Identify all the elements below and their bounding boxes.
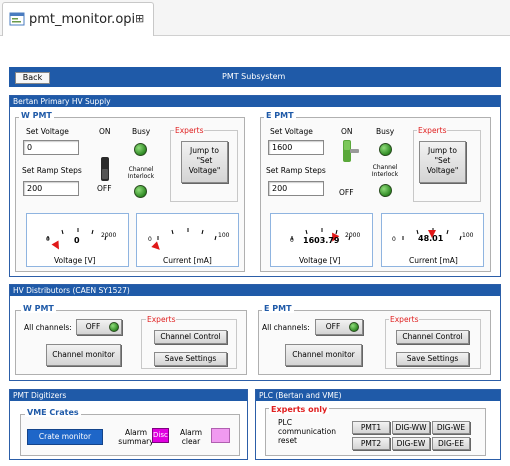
dist-w-save-settings-button[interactable]: Save Settings bbox=[154, 352, 227, 366]
hv-e-busy-label: Busy bbox=[376, 127, 395, 136]
plc-comm-reset-label: PLC communication reset bbox=[278, 418, 337, 445]
alarm-clear-button[interactable] bbox=[211, 428, 230, 443]
hv-e-jump-to-set-voltage-button[interactable]: Jump to "Set Voltage" bbox=[419, 141, 466, 183]
hv-w-voltage-max: 2000 bbox=[101, 232, 117, 239]
crate-monitor-button[interactable]: Crate monitor bbox=[27, 429, 103, 445]
dist-e-experts-label: Experts bbox=[389, 315, 420, 324]
dist-e-all-channels-led bbox=[349, 322, 359, 332]
dist-w-all-channels-led bbox=[109, 322, 119, 332]
dist-w-channel-control-button[interactable]: Channel Control bbox=[154, 330, 227, 344]
page-title: PMT Subsystem bbox=[222, 72, 286, 81]
hv-w-jump-to-set-voltage-button[interactable]: Jump to "Set Voltage" bbox=[181, 141, 228, 183]
vme-crates-title: VME Crates bbox=[25, 408, 81, 417]
plc-header: PLC (Bertan and VME) bbox=[256, 390, 500, 401]
hv-w-busy-label: Busy bbox=[132, 127, 151, 136]
hv-w-current-min: 0 bbox=[148, 236, 152, 243]
hv-w-set-ramp-input[interactable]: 200 bbox=[23, 181, 79, 196]
plc-dig-we-button[interactable]: DIG-WE bbox=[432, 421, 470, 434]
hv-w-set-ramp-label: Set Ramp Steps bbox=[22, 166, 82, 175]
hv-w-voltage-label: Voltage [V] bbox=[54, 256, 96, 265]
dist-w-pmt-title: W PMT bbox=[21, 304, 56, 313]
hv-w-busy-led bbox=[134, 143, 147, 156]
hv-e-interlock-led bbox=[379, 184, 392, 197]
dist-e-channel-monitor-button[interactable]: Channel monitor bbox=[285, 344, 362, 366]
alarm-summary-badge: Disc bbox=[152, 428, 169, 443]
dist-e-channel-control-button[interactable]: Channel Control bbox=[396, 330, 469, 344]
dist-w-experts-label: Experts bbox=[146, 315, 177, 324]
tab-title: pmt_monitor.opi bbox=[29, 12, 136, 27]
hv-supply-header: Bertan Primary HV Supply bbox=[10, 96, 500, 107]
hv-e-voltage-label: Voltage [V] bbox=[299, 256, 341, 265]
plc-dig-ww-button[interactable]: DIG-WW bbox=[392, 421, 430, 434]
hv-distributors-header: HV Distributors (CAEN SY1527) bbox=[10, 285, 500, 296]
dist-e-save-settings-button[interactable]: Save Settings bbox=[396, 352, 469, 366]
hv-w-current-max: 100 bbox=[218, 232, 230, 239]
hv-w-on-label: ON bbox=[99, 127, 111, 136]
alarm-summary-label: Alarm summary bbox=[118, 428, 154, 446]
hv-w-set-voltage-input[interactable]: 0 bbox=[23, 140, 79, 155]
close-tab-icon[interactable]: ⊞ bbox=[135, 12, 144, 25]
plc-pmt1-button[interactable]: PMT1 bbox=[352, 421, 390, 434]
opi-file-icon bbox=[9, 11, 25, 27]
plc-dig-ee-button[interactable]: DIG-EE bbox=[432, 437, 470, 450]
hv-e-current-label: Current [mA] bbox=[409, 256, 458, 265]
hv-e-off-label: OFF bbox=[339, 188, 354, 197]
hv-e-interlock-label: Channel Interlock bbox=[371, 164, 399, 178]
hv-w-voltage-value: 0 bbox=[74, 236, 80, 245]
editor-tab[interactable]: pmt_monitor.opi ⊞ bbox=[2, 2, 154, 36]
hv-w-voltage-min: 0 bbox=[46, 236, 50, 243]
plc-dig-ew-button[interactable]: DIG-EW bbox=[392, 437, 430, 450]
hv-w-power-toggle[interactable] bbox=[99, 156, 111, 182]
plc-experts-label: Experts only bbox=[269, 405, 330, 414]
hv-e-voltage-max: 2000 bbox=[345, 232, 361, 239]
hv-e-set-ramp-input[interactable]: 200 bbox=[268, 181, 324, 196]
hv-e-on-label: ON bbox=[341, 127, 353, 136]
hv-w-off-label: OFF bbox=[97, 184, 112, 193]
digitizers-header: PMT Digitizers bbox=[10, 390, 247, 401]
dist-w-all-channels-label: All channels: bbox=[24, 323, 72, 332]
dist-e-all-channels-label: All channels: bbox=[262, 323, 310, 332]
dist-w-channel-monitor-button[interactable]: Channel monitor bbox=[46, 344, 121, 366]
alarm-clear-label: Alarm clear bbox=[179, 428, 203, 446]
hv-w-pmt-title: W PMT bbox=[19, 111, 54, 120]
hv-e-power-toggle[interactable] bbox=[341, 139, 361, 163]
hv-e-pmt-title: E PMT bbox=[264, 111, 296, 120]
hv-e-voltage-value: 1603.79 bbox=[303, 236, 340, 245]
hv-w-set-voltage-label: Set Voltage bbox=[26, 127, 69, 136]
hv-e-current-min: 0 bbox=[392, 236, 396, 243]
back-button[interactable]: Back bbox=[15, 72, 50, 84]
hv-w-experts-label: Experts bbox=[174, 126, 205, 135]
hv-e-set-voltage-input[interactable]: 1600 bbox=[268, 140, 324, 155]
hv-e-current-max: 100 bbox=[462, 232, 474, 239]
hv-e-busy-led bbox=[379, 143, 392, 156]
hv-e-set-voltage-label: Set Voltage bbox=[270, 127, 313, 136]
hv-e-set-ramp-label: Set Ramp Steps bbox=[266, 166, 326, 175]
dist-e-pmt-title: E PMT bbox=[262, 304, 294, 313]
hv-e-experts-label: Experts bbox=[417, 126, 448, 135]
hv-w-interlock-led bbox=[134, 185, 147, 198]
plc-pmt2-button[interactable]: PMT2 bbox=[352, 437, 390, 450]
hv-w-current-label: Current [mA] bbox=[163, 256, 212, 265]
hv-e-voltage-min: 0 bbox=[290, 237, 294, 244]
hv-e-current-value: 48.01 bbox=[418, 234, 444, 243]
hv-w-interlock-label: Channel Interlock bbox=[127, 166, 155, 180]
